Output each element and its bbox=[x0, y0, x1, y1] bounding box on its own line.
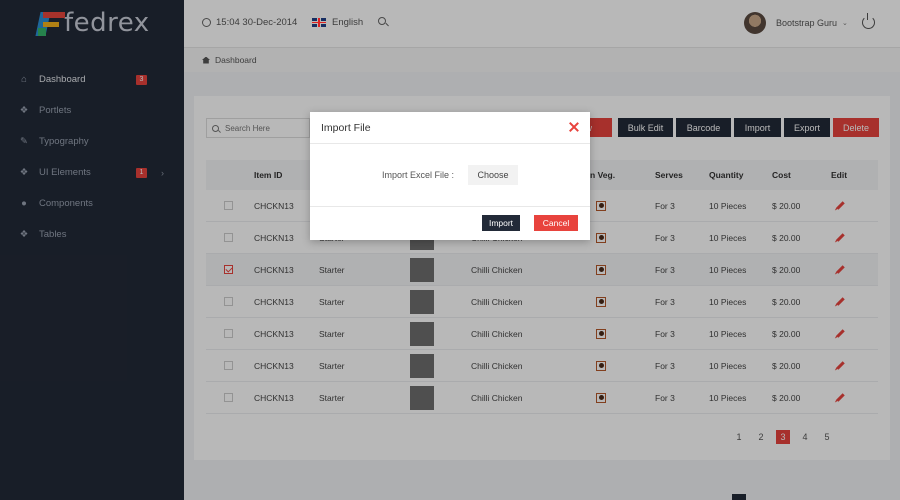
modal-import-button[interactable]: Import bbox=[482, 215, 520, 231]
modal-header: Import File bbox=[310, 112, 590, 144]
close-icon[interactable] bbox=[568, 121, 580, 133]
choose-file-button[interactable]: Choose bbox=[468, 165, 518, 185]
modal-cancel-button[interactable]: Cancel bbox=[534, 215, 578, 231]
modal-body: Import Excel File : Choose bbox=[310, 144, 590, 207]
modal-backdrop[interactable] bbox=[0, 0, 900, 500]
import-excel-label: Import Excel File : bbox=[382, 170, 455, 180]
modal-title: Import File bbox=[321, 121, 371, 134]
import-file-modal: Import File Import Excel File : Choose I… bbox=[310, 112, 590, 240]
